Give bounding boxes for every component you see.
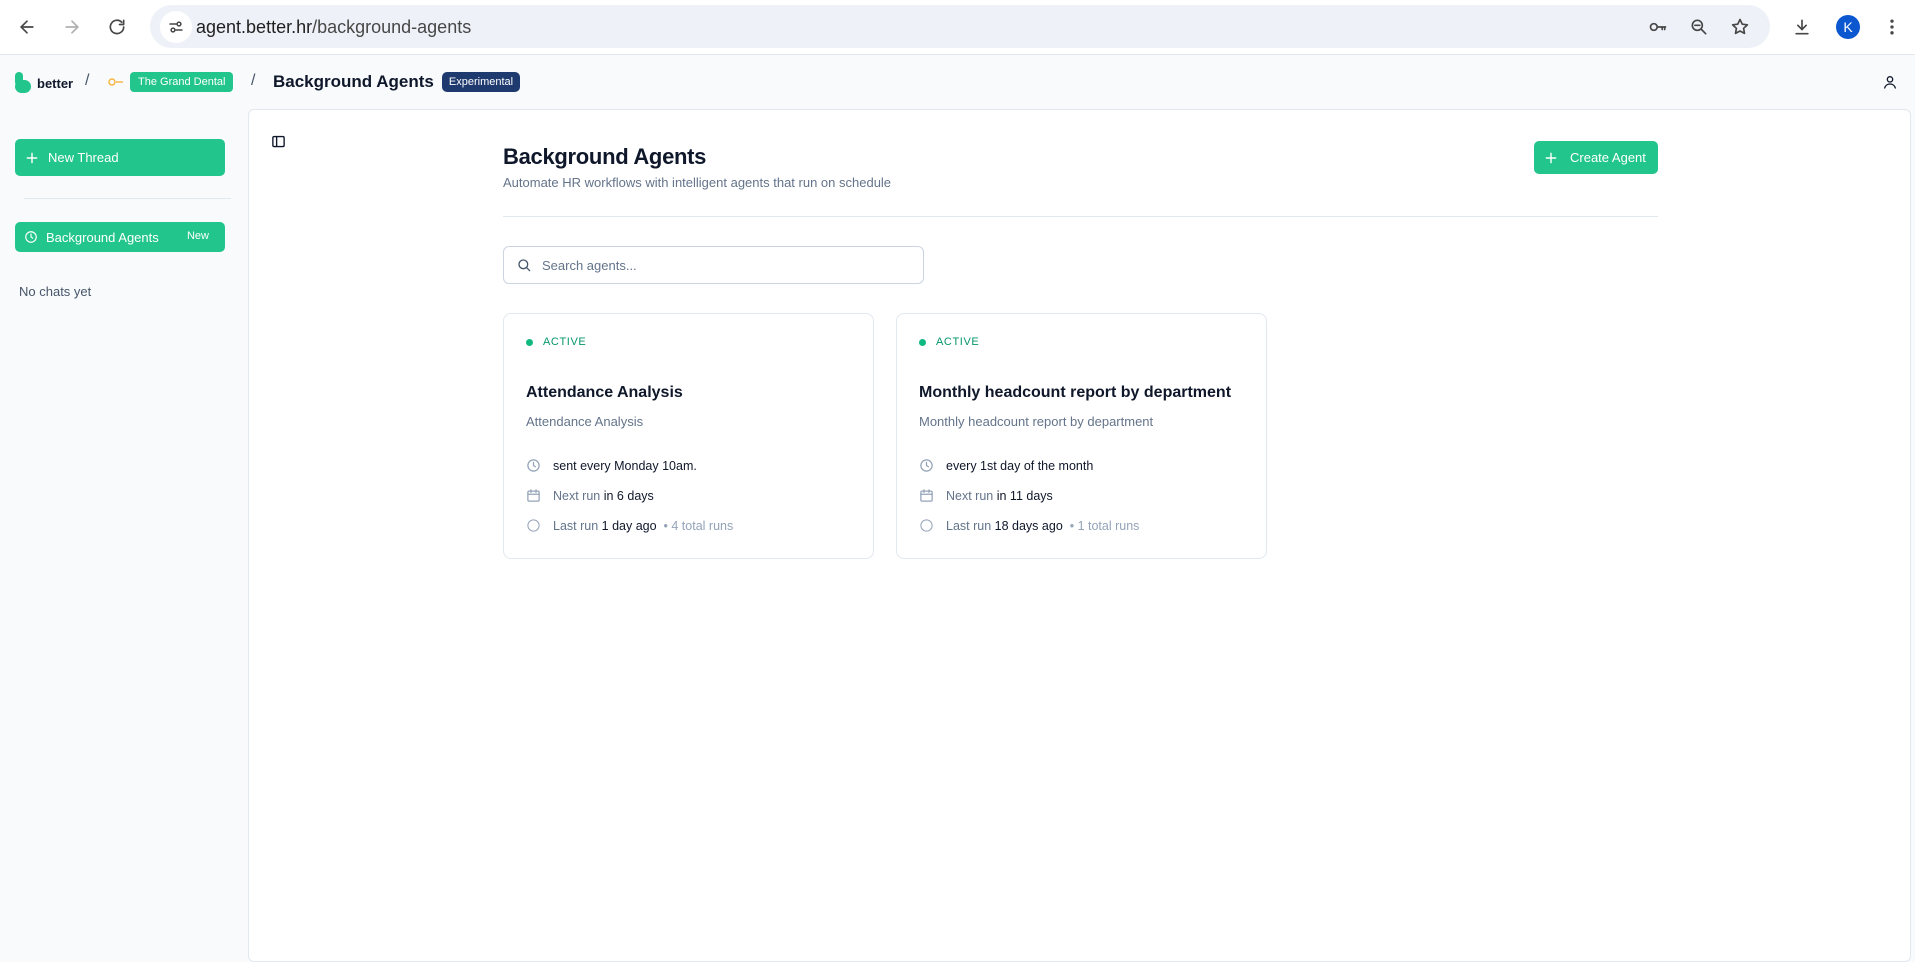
org-logo-icon	[108, 77, 124, 87]
next-run-label: Next run	[553, 488, 601, 503]
clock-icon	[920, 459, 933, 472]
calendar-icon	[920, 489, 933, 502]
agent-description: Monthly headcount report by department	[919, 414, 1154, 429]
status-text: ACTIVE	[936, 336, 980, 348]
arrow-left-icon	[20, 20, 34, 34]
circle-icon	[920, 519, 933, 532]
search-input[interactable]	[542, 255, 912, 275]
search-agents-box[interactable]	[503, 246, 924, 284]
url-host: agent.better.hr	[196, 17, 313, 37]
new-thread-label: New Thread	[48, 150, 119, 165]
toggle-sidebar-button[interactable]	[269, 132, 287, 150]
app-header: better / The Grand Dental / Background A…	[0, 56, 1915, 108]
url-text[interactable]: agent.better.hr/background-agents	[196, 17, 471, 38]
new-tag: New	[186, 230, 209, 242]
status-badge: ACTIVE	[919, 336, 979, 348]
logo-text: better	[37, 75, 74, 91]
empty-chats-text: No chats yet	[19, 284, 92, 299]
browser-toolbar: agent.better.hr/background-agents K	[0, 0, 1915, 55]
arrow-right-icon	[65, 20, 79, 34]
last-run-row: Last run 18 days ago • 1 total runs	[919, 518, 1139, 533]
user-icon	[1884, 76, 1896, 89]
sidebar-item-label: Background Agents	[46, 229, 159, 245]
schedule-text: sent every Monday 10am.	[553, 458, 697, 473]
agent-title: Attendance Analysis	[526, 384, 683, 401]
sidebar: New Thread Background Agents New No chat…	[0, 108, 248, 962]
calendar-icon	[527, 489, 540, 502]
total-runs: • 4 total runs	[663, 518, 734, 533]
status-text: ACTIVE	[543, 336, 587, 348]
back-button[interactable]	[10, 10, 44, 44]
reload-icon	[109, 19, 125, 35]
schedule-row: sent every Monday 10am.	[526, 458, 697, 473]
forward-button[interactable]	[55, 10, 89, 44]
clock-icon	[25, 231, 37, 243]
zoom-button[interactable]	[1688, 16, 1710, 38]
new-thread-button[interactable]: New Thread	[15, 139, 225, 176]
schedule-row: every 1st day of the month	[919, 458, 1093, 473]
breadcrumb-separator: /	[251, 72, 256, 89]
user-menu-button[interactable]	[1878, 70, 1902, 94]
bookmark-button[interactable]	[1729, 16, 1751, 38]
app-logo[interactable]: better	[14, 72, 73, 94]
org-name: The Grand Dental	[130, 72, 234, 92]
status-badge: ACTIVE	[526, 336, 586, 348]
tune-icon	[169, 21, 183, 33]
next-run-row: Next run in 11 days	[919, 488, 1053, 503]
better-logo-icon	[14, 72, 32, 94]
page-subtitle: Automate HR workflows with intelligent a…	[503, 175, 892, 190]
experimental-badge: Experimental	[441, 72, 521, 92]
schedule-text: every 1st day of the month	[946, 458, 1094, 473]
zoom-out-icon	[1691, 19, 1707, 35]
url-path: /background-agents	[312, 17, 472, 37]
profile-button[interactable]: K	[1833, 12, 1863, 42]
search-icon	[518, 259, 531, 272]
downloads-button[interactable]	[1787, 12, 1817, 42]
org-switcher[interactable]: The Grand Dental	[108, 72, 234, 92]
create-agent-button[interactable]: Create Agent	[1534, 141, 1658, 174]
clock-icon	[527, 459, 540, 472]
last-run-label: Last run	[553, 518, 599, 533]
main-panel: Background Agents Automate HR workflows …	[248, 109, 1911, 962]
last-run-label: Last run	[946, 518, 992, 533]
profile-avatar: K	[1836, 15, 1860, 39]
agent-title: Monthly headcount report by department	[919, 384, 1232, 401]
key-icon	[1649, 22, 1667, 32]
star-icon	[1731, 18, 1749, 35]
next-run-value: in 11 days	[996, 488, 1053, 503]
plus-icon	[1545, 152, 1557, 163]
next-run-value: in 6 days	[603, 488, 654, 503]
circle-icon	[527, 519, 540, 532]
next-run-label: Next run	[946, 488, 994, 503]
agent-card[interactable]: ACTIVE Attendance Analysis Attendance An…	[503, 313, 874, 559]
breadcrumb-current: Background Agents Experimental	[273, 72, 521, 92]
total-runs: • 1 total runs	[1069, 518, 1140, 533]
page-title: Background Agents	[503, 144, 707, 169]
last-run-value: 18 days ago	[994, 518, 1063, 533]
sidebar-divider	[24, 198, 231, 199]
address-bar[interactable]: agent.better.hr/background-agents	[150, 5, 1770, 48]
status-dot	[919, 338, 926, 346]
sidebar-item-background-agents[interactable]: Background Agents New	[15, 222, 225, 252]
last-run-row: Last run 1 day ago • 4 total runs	[526, 518, 733, 533]
browser-menu-button[interactable]	[1877, 12, 1907, 42]
next-run-row: Next run in 6 days	[526, 488, 654, 503]
breadcrumb-separator: /	[85, 72, 90, 89]
breadcrumb-page-title: Background Agents	[273, 72, 434, 91]
status-dot	[526, 338, 533, 346]
site-info-button[interactable]	[160, 11, 192, 43]
password-key-button[interactable]	[1647, 16, 1669, 38]
download-icon	[1795, 19, 1809, 35]
panel-left-icon	[271, 135, 285, 147]
more-vertical-icon	[1890, 19, 1894, 35]
header-divider	[503, 216, 1658, 217]
create-agent-label: Create Agent	[1570, 150, 1646, 165]
plus-icon	[26, 152, 38, 163]
reload-button[interactable]	[100, 10, 134, 44]
last-run-value: 1 day ago	[601, 518, 657, 533]
agent-card[interactable]: ACTIVE Monthly headcount report by depar…	[896, 313, 1267, 559]
agent-description: Attendance Analysis	[526, 414, 644, 429]
